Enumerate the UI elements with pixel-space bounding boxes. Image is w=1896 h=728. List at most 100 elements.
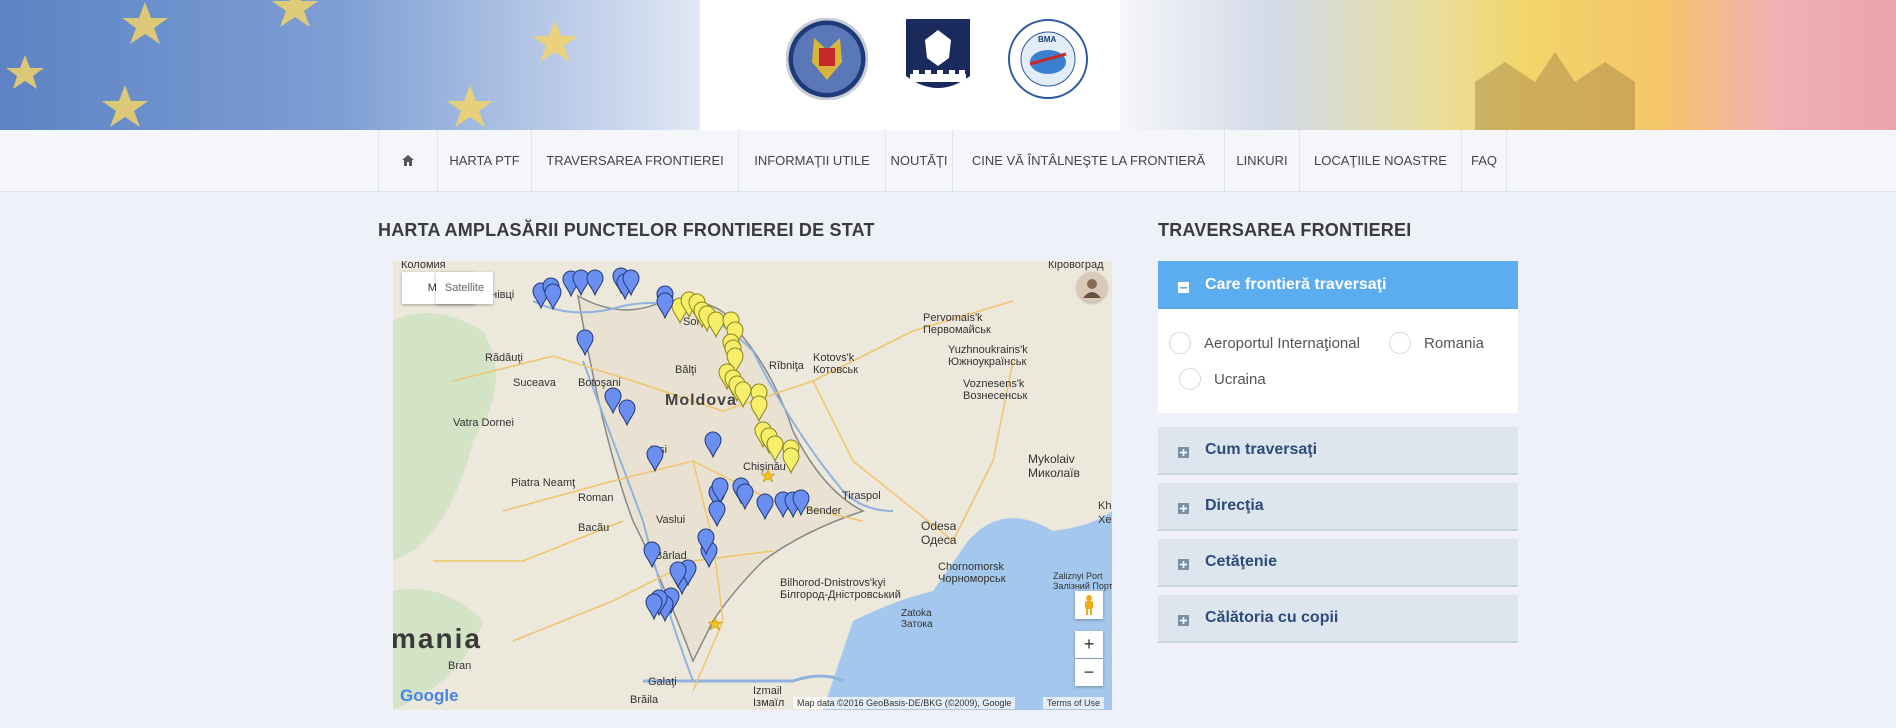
svg-text:Bilhorod-Dnistrovs'kyi: Bilhorod-Dnistrovs'kyi <box>780 577 885 589</box>
terms-of-use-link[interactable]: Terms of Use <box>1043 697 1105 709</box>
google-logo: Google <box>400 686 459 705</box>
accordion-header-cetatenie[interactable]: Cetăţenie <box>1158 539 1518 587</box>
radio-circle[interactable] <box>1389 332 1411 354</box>
radio-label: Romania <box>1424 334 1485 352</box>
street-view-avatar[interactable] <box>1077 272 1107 302</box>
svg-text:Ізмаїл: Ізмаїл <box>753 697 784 709</box>
svg-text:Odesa: Odesa <box>921 519 957 533</box>
plus-icon <box>1178 613 1189 626</box>
svg-text:mania: mania <box>393 623 482 654</box>
nav-cine-va-intalneste[interactable]: CINE VĂ ÎNTÂLNEŞTE LA FRONTIERĂ <box>952 130 1224 191</box>
nav-traversarea-frontierei[interactable]: TRAVERSAREA FRONTIEREI <box>531 130 738 191</box>
svg-text:Южноукраїнськ: Южноукраїнськ <box>948 356 1026 368</box>
pegman-icon <box>1085 595 1093 615</box>
coat-of-arms-icon <box>1475 52 1635 130</box>
map-attribution: Map data ©2016 GeoBasis-DE/BKG (©2009), … <box>793 697 1016 709</box>
svg-text:Одеса: Одеса <box>921 533 957 547</box>
svg-text:Tiraspol: Tiraspol <box>842 490 881 502</box>
svg-text:Zatoka: Zatoka <box>901 608 932 619</box>
nav-home[interactable] <box>378 130 437 191</box>
svg-text:Yuzhnoukrains'k: Yuzhnoukrains'k <box>948 344 1028 356</box>
radio-ucraina[interactable]: Ucraina <box>1179 368 1266 390</box>
svg-text:Кіровоград: Кіровоград <box>1048 261 1104 271</box>
accordion-header-cum-traversati[interactable]: Cum traversaţi <box>1158 427 1518 475</box>
accordion-header-care-frontiera[interactable]: Care frontieră traversaţi <box>1158 261 1518 309</box>
logo-bma[interactable]: BMA <box>1008 18 1088 105</box>
accordion-item-directia: Direcţia <box>1158 483 1518 531</box>
bma-emblem-icon: BMA <box>1008 19 1088 99</box>
logo-shield[interactable] <box>905 18 971 105</box>
shield-emblem-icon <box>906 19 970 88</box>
svg-text:Залізний Порт: Залізний Порт <box>1053 581 1112 591</box>
accordion-panel-border: Care frontieră traversaţi Aeroportul Int… <box>1158 261 1518 413</box>
map-section-title: HARTA AMPLASĂRII PUNCTELOR FRONTIEREI DE… <box>378 220 875 240</box>
svg-text:Котовськ: Котовськ <box>813 364 858 376</box>
plus-icon <box>1178 445 1189 458</box>
minus-icon <box>1178 280 1189 293</box>
nav-faq[interactable]: FAQ <box>1461 130 1507 191</box>
map-canvas[interactable]: Коломия рнівці Soroca Rădăuţi Bălţi Suce… <box>393 261 1112 710</box>
svg-text:Botoşani: Botoşani <box>578 377 621 389</box>
map-type-satellite-button[interactable]: Satellite <box>436 272 493 304</box>
svg-text:Хер: Хер <box>1098 514 1112 526</box>
border-crossing-map[interactable]: Коломия рнівці Soroca Rădăuţi Bălţi Suce… <box>393 261 1112 710</box>
radio-romania[interactable]: Romania <box>1389 332 1484 354</box>
accordion-item-copii: Călătoria cu copii <box>1158 595 1518 643</box>
accordion-label: Care frontieră traversaţi <box>1205 276 1387 293</box>
svg-text:Вознесенськ: Вознесенськ <box>963 390 1027 402</box>
svg-text:Миколаїв: Миколаїв <box>1028 466 1080 480</box>
main-navigation: HARTA PTF TRAVERSAREA FRONTIEREI INFORMA… <box>0 130 1896 192</box>
nav-harta-ptf[interactable]: HARTA PTF <box>437 130 531 191</box>
accordion-label: Călătoria cu copii <box>1205 609 1339 626</box>
svg-text:Vaslui: Vaslui <box>656 514 685 526</box>
accordion-label: Cetăţenie <box>1205 553 1278 570</box>
radio-circle[interactable] <box>1169 332 1191 354</box>
accordion-header-calatoria-copii[interactable]: Călătoria cu copii <box>1158 595 1518 643</box>
svg-text:Первомайськ: Первомайськ <box>923 324 991 336</box>
svg-text:BMA: BMA <box>1038 35 1056 44</box>
accordion-item-cetatenie: Cetăţenie <box>1158 539 1518 587</box>
accordion-label: Cum traversaţi <box>1205 441 1318 458</box>
svg-text:Kotovs'k: Kotovs'k <box>813 352 855 364</box>
svg-text:Bender: Bender <box>806 505 842 517</box>
header-banner: BMA <box>0 0 1896 130</box>
accordion-header-directia[interactable]: Direcţia <box>1158 483 1518 531</box>
eu-stars-icon <box>6 0 578 127</box>
radio-aeroport[interactable]: Aeroportul Internaţional <box>1169 332 1360 354</box>
svg-text:Bran: Bran <box>448 660 471 672</box>
svg-text:Galaţi: Galaţi <box>648 676 677 688</box>
logo-border-police[interactable] <box>785 17 869 105</box>
svg-text:Voznesens'k: Voznesens'k <box>963 378 1025 390</box>
traverse-section-title: TRAVERSAREA FRONTIEREI <box>1158 220 1412 240</box>
pegman-button[interactable] <box>1075 591 1103 619</box>
svg-text:Brăila: Brăila <box>630 694 659 706</box>
svg-text:Коломия: Коломия <box>401 261 446 271</box>
accordion-item-cum: Cum traversaţi <box>1158 427 1518 475</box>
svg-text:Roman: Roman <box>578 492 613 504</box>
nav-noutati[interactable]: NOUTĂŢI <box>885 130 952 191</box>
svg-text:Suceava: Suceava <box>513 377 557 389</box>
svg-text:Rîbniţa: Rîbniţa <box>769 360 805 372</box>
svg-text:Chornomorsk: Chornomorsk <box>938 561 1005 573</box>
svg-text:Chişinău: Chişinău <box>743 461 786 473</box>
radio-circle[interactable] <box>1179 368 1201 390</box>
user-avatar-icon <box>1083 279 1101 298</box>
svg-text:Vatra Dornei: Vatra Dornei <box>453 417 514 429</box>
svg-text:Mykolaiv: Mykolaiv <box>1028 452 1075 466</box>
home-icon <box>402 155 414 166</box>
border-police-emblem-icon <box>785 17 869 101</box>
zoom-in-button[interactable]: + <box>1075 631 1103 658</box>
svg-text:Izmail: Izmail <box>753 685 782 697</box>
nav-locatiile-noastre[interactable]: LOCAŢIILE NOASTRE <box>1299 130 1461 191</box>
radio-label: Aeroportul Internaţional <box>1204 334 1360 352</box>
svg-text:Moldova: Moldova <box>665 392 737 409</box>
svg-text:Rădăuţi: Rădăuţi <box>485 352 523 364</box>
svg-text:Pervomais'k: Pervomais'k <box>923 312 983 324</box>
nav-linkuri[interactable]: LINKURI <box>1224 130 1299 191</box>
nav-informatii-utile[interactable]: INFORMAŢII UTILE <box>738 130 885 191</box>
svg-text:Khe: Khe <box>1098 500 1112 512</box>
svg-text:Zaliznyi Port: Zaliznyi Port <box>1053 571 1103 581</box>
eu-flag-background <box>0 0 760 130</box>
zoom-out-button[interactable]: − <box>1075 659 1103 686</box>
svg-text:Білгород-Дністровський: Білгород-Дністровський <box>780 589 901 601</box>
